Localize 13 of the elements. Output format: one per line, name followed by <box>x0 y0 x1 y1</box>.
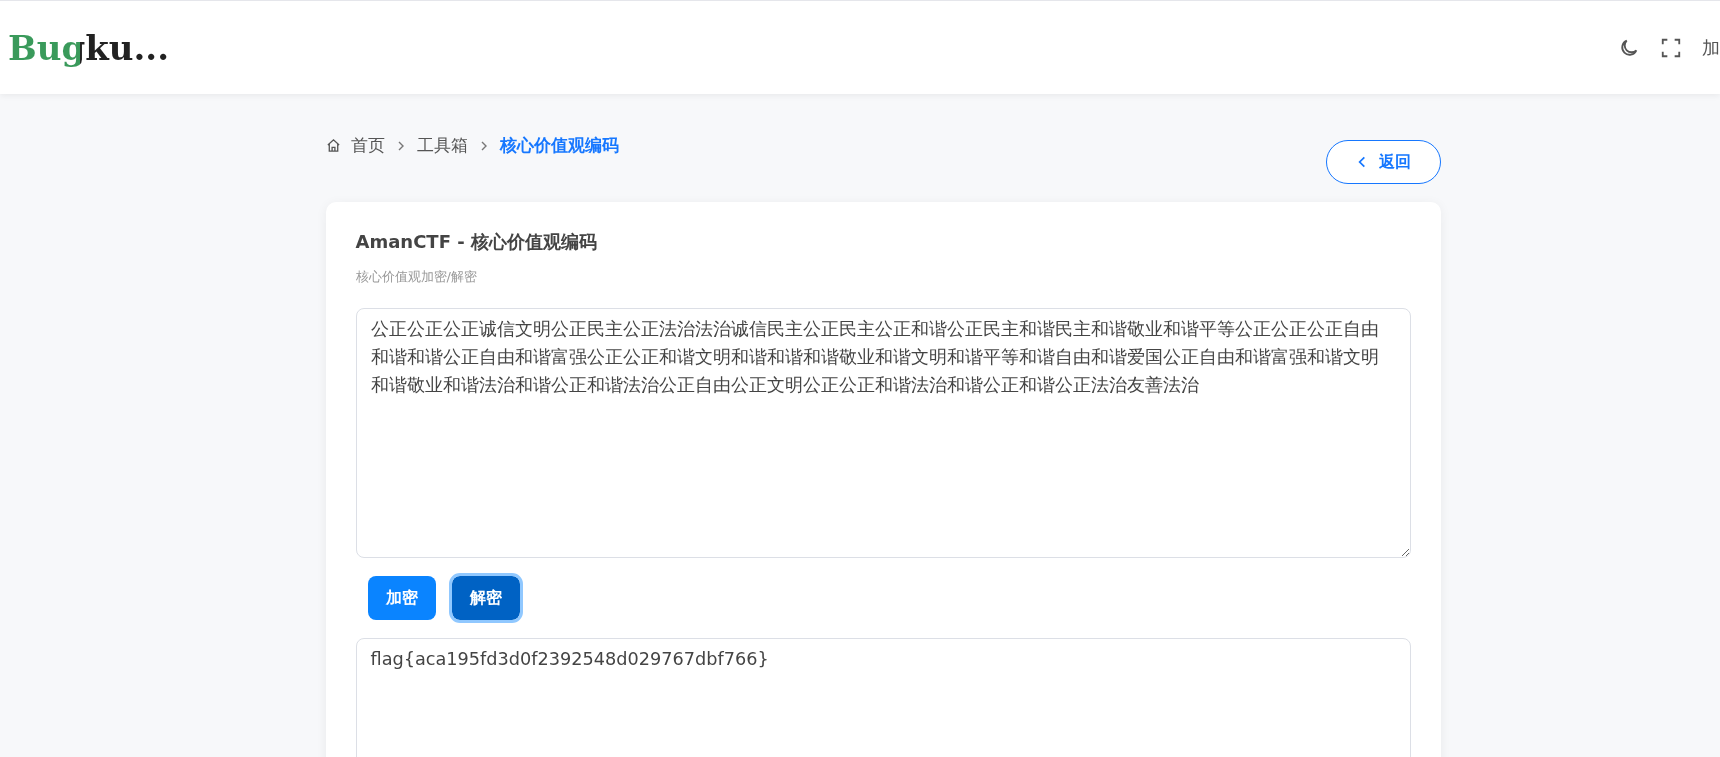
breadcrumb-item[interactable]: 核心价值观编码 <box>499 134 619 157</box>
output-field[interactable]: flag{aca195fd3d0f2392548d029767dbf766} <box>355 638 1411 757</box>
breadcrumb-item[interactable]: 首页 <box>350 134 385 157</box>
header-link[interactable]: 加 <box>1702 35 1720 60</box>
action-button[interactable]: 加密 <box>367 576 436 620</box>
card-title: AmanCTF - 核心价值观编码 <box>355 230 598 254</box>
fullscreen-icon[interactable] <box>1660 36 1682 59</box>
breadcrumb-item[interactable]: 工具箱 <box>416 134 468 157</box>
back-button[interactable]: 返回 <box>1325 140 1441 184</box>
input-field[interactable]: 公正公正公正诚信文明公正民主公正法治法治诚信民主公正民主公正和谐公正民主和谐民主和谐敬业和谐平等公正公正公正自由和谐和谐公正自由和谐富强公正公正和谐文明和谐和谐和谐敬业和谐文明和谐平等和谐自由和谐爱国公正自由和谐富强和谐文明和谐敬业和谐法治和谐公正和谐法治公正自由公正文明公正公正和谐法治和谐公正和谐公正法治友善法治 <box>355 308 1411 558</box>
home-icon <box>325 138 341 153</box>
action-button[interactable]: 解密 <box>451 576 520 620</box>
card-subtitle: 核心价值观加密/解密 <box>355 268 478 286</box>
